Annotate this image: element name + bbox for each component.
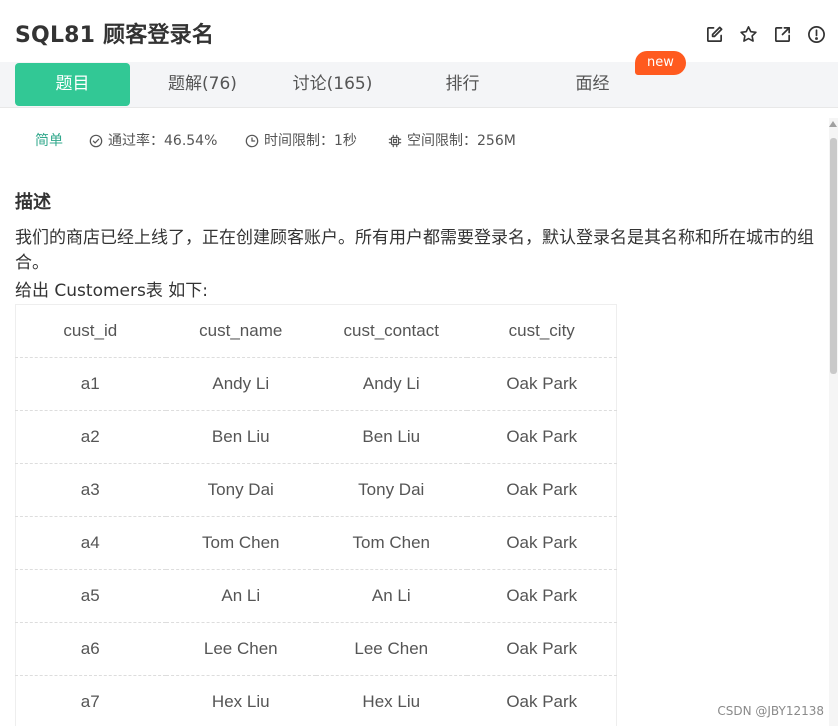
table-row: a4 Tom Chen Tom Chen Oak Park — [15, 516, 617, 570]
tab-problem[interactable]: 题目 — [15, 63, 130, 106]
edit-icon[interactable] — [704, 24, 724, 44]
table-cell: a1 — [15, 357, 166, 411]
table-row: a7 Hex Liu Hex Liu Oak Park — [15, 675, 617, 726]
table-row: a1 Andy Li Andy Li Oak Park — [15, 357, 617, 411]
problem-tabs: 题目 题解(76) 讨论(165) 排行 面经 — [0, 62, 838, 108]
table-cell: Andy Li — [165, 357, 316, 411]
time-limit: 时间限制：1秒 — [245, 128, 357, 154]
column-header: cust_contact — [316, 304, 467, 358]
table-cell: Oak Park — [466, 569, 617, 623]
customers-table: cust_id cust_name cust_contact cust_city… — [15, 304, 617, 726]
table-cell: Ben Liu — [165, 410, 316, 464]
table-intro-text: 给出 Customers表 如下: — [15, 281, 208, 301]
table-cell: a3 — [15, 463, 166, 517]
table-cell: a5 — [15, 569, 166, 623]
check-circle-icon — [89, 134, 103, 148]
table-cell: Tom Chen — [316, 516, 467, 570]
problem-info: 简单 通过率：46.54% 时间限制：1秒 空间限制：256M — [0, 128, 820, 154]
description-text: 我们的商店已经上线了，正在创建顾客账户。所有用户都需要登录名，默认登录名是其名称… — [15, 228, 814, 273]
header: SQL81 顾客登录名 — [0, 0, 838, 62]
scroll-up-arrow-icon[interactable] — [829, 121, 837, 127]
table-cell: An Li — [316, 569, 467, 623]
table-cell: Tom Chen — [165, 516, 316, 570]
table-cell: Oak Park — [466, 622, 617, 676]
tab-solutions[interactable]: 题解(76) — [145, 63, 260, 106]
tab-interview[interactable]: 面经 — [535, 63, 650, 106]
difficulty-label: 简单 — [35, 133, 63, 149]
table-cell: Hex Liu — [316, 675, 467, 726]
chip-icon — [388, 134, 402, 148]
problem-page: SQL81 顾客登录名 题目 题解(76) 讨论(165) 排行 面经 new … — [0, 0, 838, 726]
tab-ranking[interactable]: 排行 — [405, 63, 520, 106]
pass-rate-text: 通过率：46.54% — [108, 133, 218, 149]
table-cell: a6 — [15, 622, 166, 676]
external-link-icon[interactable] — [772, 24, 792, 44]
description-heading: 描述 — [15, 192, 51, 213]
watermark: CSDN @JBY12138 — [717, 704, 824, 718]
table-cell: Oak Park — [466, 675, 617, 726]
table-cell: a2 — [15, 410, 166, 464]
table-cell: a7 — [15, 675, 166, 726]
table-cell: Oak Park — [466, 357, 617, 411]
column-header: cust_name — [165, 304, 316, 358]
table-cell: Oak Park — [466, 516, 617, 570]
column-header: cust_id — [15, 304, 166, 358]
page-title: SQL81 顾客登录名 — [15, 23, 215, 48]
table-cell: Oak Park — [466, 463, 617, 517]
table-cell: a4 — [15, 516, 166, 570]
alert-icon[interactable] — [806, 24, 826, 44]
pass-rate: 通过率：46.54% — [89, 128, 217, 154]
table-cell: Hex Liu — [165, 675, 316, 726]
star-icon[interactable] — [738, 24, 758, 44]
table-cell: Tony Dai — [165, 463, 316, 517]
scrollbar-thumb[interactable] — [830, 138, 837, 374]
tab-discussion[interactable]: 讨论(165) — [275, 63, 390, 106]
column-header: cust_city — [466, 304, 617, 358]
table-cell: Lee Chen — [165, 622, 316, 676]
table-cell: Andy Li — [316, 357, 467, 411]
table-cell: Tony Dai — [316, 463, 467, 517]
table-row: a2 Ben Liu Ben Liu Oak Park — [15, 410, 617, 464]
clock-icon — [245, 134, 259, 148]
table-cell: An Li — [165, 569, 316, 623]
table-cell: Ben Liu — [316, 410, 467, 464]
time-limit-text: 时间限制：1秒 — [264, 133, 357, 149]
memory-limit: 空间限制：256M — [388, 128, 516, 154]
table-row: a3 Tony Dai Tony Dai Oak Park — [15, 463, 617, 517]
table-cell: Oak Park — [466, 410, 617, 464]
table-row: a6 Lee Chen Lee Chen Oak Park — [15, 622, 617, 676]
table-row: a5 An Li An Li Oak Park — [15, 569, 617, 623]
table-header-row: cust_id cust_name cust_contact cust_city — [15, 304, 617, 358]
memory-limit-text: 空间限制：256M — [407, 133, 516, 149]
new-badge: new — [635, 51, 686, 75]
table-cell: Lee Chen — [316, 622, 467, 676]
header-actions — [704, 24, 826, 44]
